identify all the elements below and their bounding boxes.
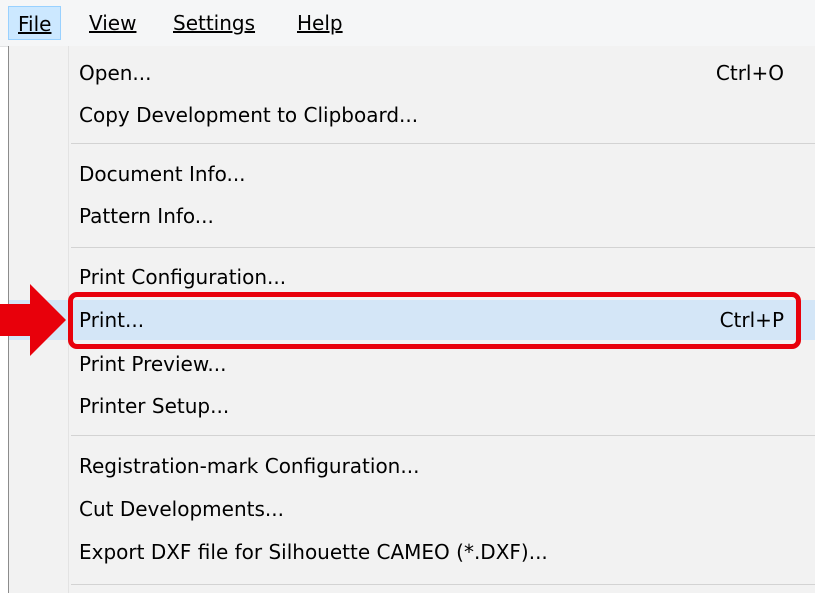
menu-item-pattern-info[interactable]: Pattern Info... xyxy=(9,196,815,236)
menu-item-label: Document Info... xyxy=(79,162,246,186)
menu-bar: File View Settings Help xyxy=(0,0,815,47)
menu-view[interactable]: View xyxy=(80,6,145,40)
menu-item-printer-setup[interactable]: Printer Setup... xyxy=(9,386,815,426)
menu-separator xyxy=(71,584,815,585)
menu-separator xyxy=(71,247,815,248)
menu-separator xyxy=(71,435,815,436)
menu-item-open[interactable]: Open... Ctrl+O xyxy=(9,53,815,93)
highlight-box xyxy=(68,292,801,349)
menu-item-label: Cut Developments... xyxy=(79,497,284,521)
menu-item-print-configuration[interactable]: Print Configuration... xyxy=(9,257,815,297)
menu-item-print-preview[interactable]: Print Preview... xyxy=(9,344,815,384)
menu-item-document-info[interactable]: Document Info... xyxy=(9,154,815,194)
menu-item-label: Print Configuration... xyxy=(79,265,287,289)
menu-item-label: Pattern Info... xyxy=(79,204,214,228)
menu-item-label: Copy Development to Clipboard... xyxy=(79,103,419,127)
menu-item-shortcut: Ctrl+O xyxy=(715,61,784,85)
menu-item-label: Printer Setup... xyxy=(79,394,230,418)
menu-separator xyxy=(71,143,815,144)
menu-item-registration-mark-configuration[interactable]: Registration-mark Configuration... xyxy=(9,446,815,486)
menu-help-label: Help xyxy=(297,11,343,35)
menu-view-label: View xyxy=(89,11,137,35)
menu-item-label: Export DXF file for Silhouette CAMEO (*.… xyxy=(79,540,548,564)
menu-help[interactable]: Help xyxy=(288,6,352,40)
menu-item-cut-developments[interactable]: Cut Developments... xyxy=(9,489,815,529)
menu-file-label: File xyxy=(18,12,52,36)
right-arrow-icon xyxy=(0,284,66,356)
menu-item-label: Print Preview... xyxy=(79,352,227,376)
menu-settings[interactable]: Settings xyxy=(164,6,264,40)
menu-item-copy-development[interactable]: Copy Development to Clipboard... xyxy=(9,95,815,135)
menu-file[interactable]: File xyxy=(8,6,62,40)
menu-item-label: Registration-mark Configuration... xyxy=(79,454,420,478)
menu-settings-label: Settings xyxy=(173,11,256,35)
menu-item-label: Open... xyxy=(79,61,152,85)
menu-item-export-dxf[interactable]: Export DXF file for Silhouette CAMEO (*.… xyxy=(9,532,815,572)
